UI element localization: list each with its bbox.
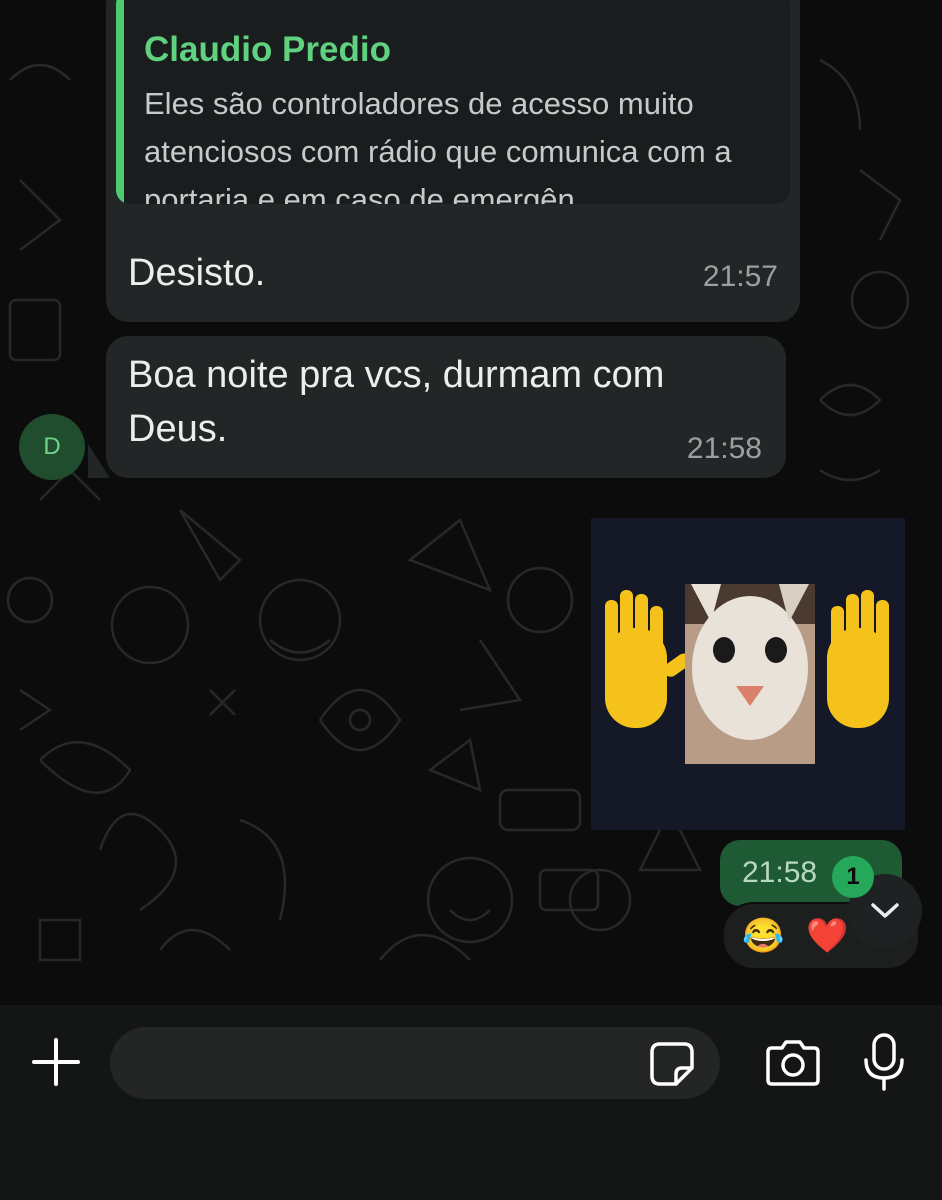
plus-icon[interactable] — [30, 1036, 82, 1088]
quote-text: Eles são controladores de acesso muito a… — [144, 86, 732, 204]
message-bubble-incoming[interactable]: Claudio Predio Eles são controladores de… — [106, 0, 800, 322]
unread-count-badge: 1 — [832, 856, 874, 898]
message-time: 21:58 — [742, 856, 818, 889]
reaction-heart-emoji[interactable]: ❤️ — [806, 916, 848, 956]
sticker-message[interactable] — [591, 518, 905, 830]
sticker-icon[interactable] — [648, 1040, 696, 1088]
quote-accent-bar — [116, 0, 124, 204]
reaction-laughing-emoji[interactable]: 😂 — [742, 916, 784, 956]
raised-hand-left — [605, 590, 691, 728]
quoted-message[interactable]: Claudio Predio Eles são controladores de… — [116, 0, 790, 204]
message-time: 21:57 — [702, 260, 778, 293]
bubble-tail — [88, 444, 110, 478]
quote-author: Claudio Predio — [144, 30, 391, 69]
sticker-image — [605, 584, 889, 764]
message-text: Boa noite pra vcs, durmam com Deus. — [128, 354, 665, 450]
raised-hand-right — [827, 590, 889, 728]
chevron-down-icon — [871, 903, 899, 918]
message-text: Desisto. — [128, 252, 266, 294]
message-time: 21:58 — [686, 432, 762, 465]
mic-icon[interactable] — [862, 1032, 906, 1092]
message-input[interactable] — [110, 1027, 720, 1099]
cat-photo — [685, 584, 815, 764]
camera-icon[interactable] — [764, 1038, 822, 1088]
avatar[interactable]: D — [19, 414, 85, 480]
message-bubble-incoming[interactable]: Boa noite pra vcs, durmam com Deus. 21:5… — [106, 336, 786, 478]
